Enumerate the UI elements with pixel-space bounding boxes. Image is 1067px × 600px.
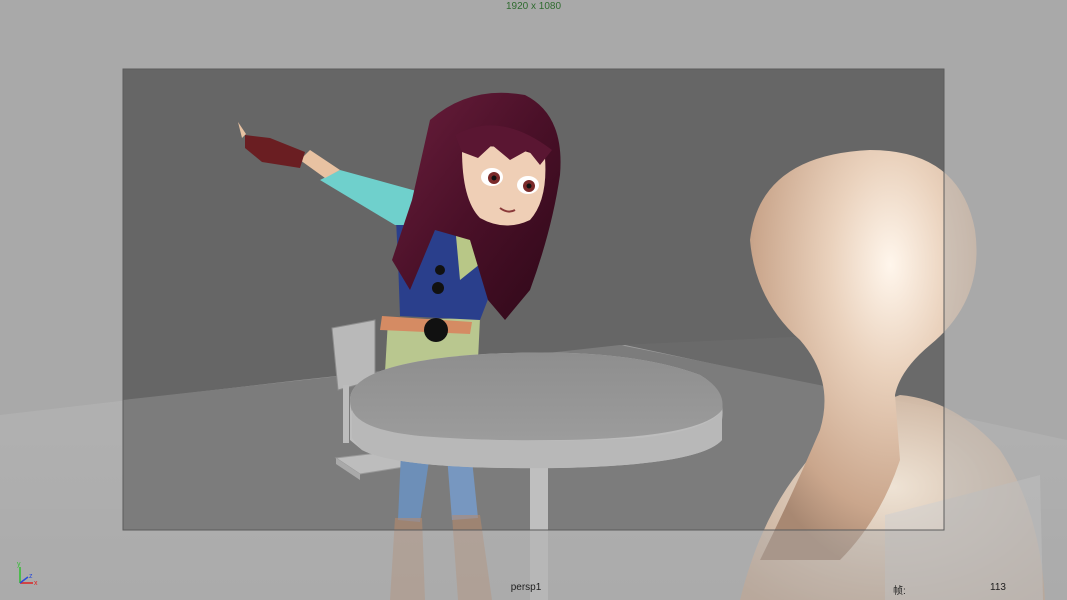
- axis-x-letter: x: [34, 580, 38, 587]
- axis-z-letter: z: [29, 573, 33, 580]
- camera-name-label: persp1: [510, 582, 542, 593]
- axis-y-letter: y: [17, 561, 21, 568]
- frame-label: 帧:: [893, 586, 906, 597]
- resolution-label: 1920 x 1080: [505, 1, 562, 12]
- maya-3d-viewport[interactable]: y x z: [0, 0, 1067, 600]
- frame-value: 113: [990, 582, 1006, 593]
